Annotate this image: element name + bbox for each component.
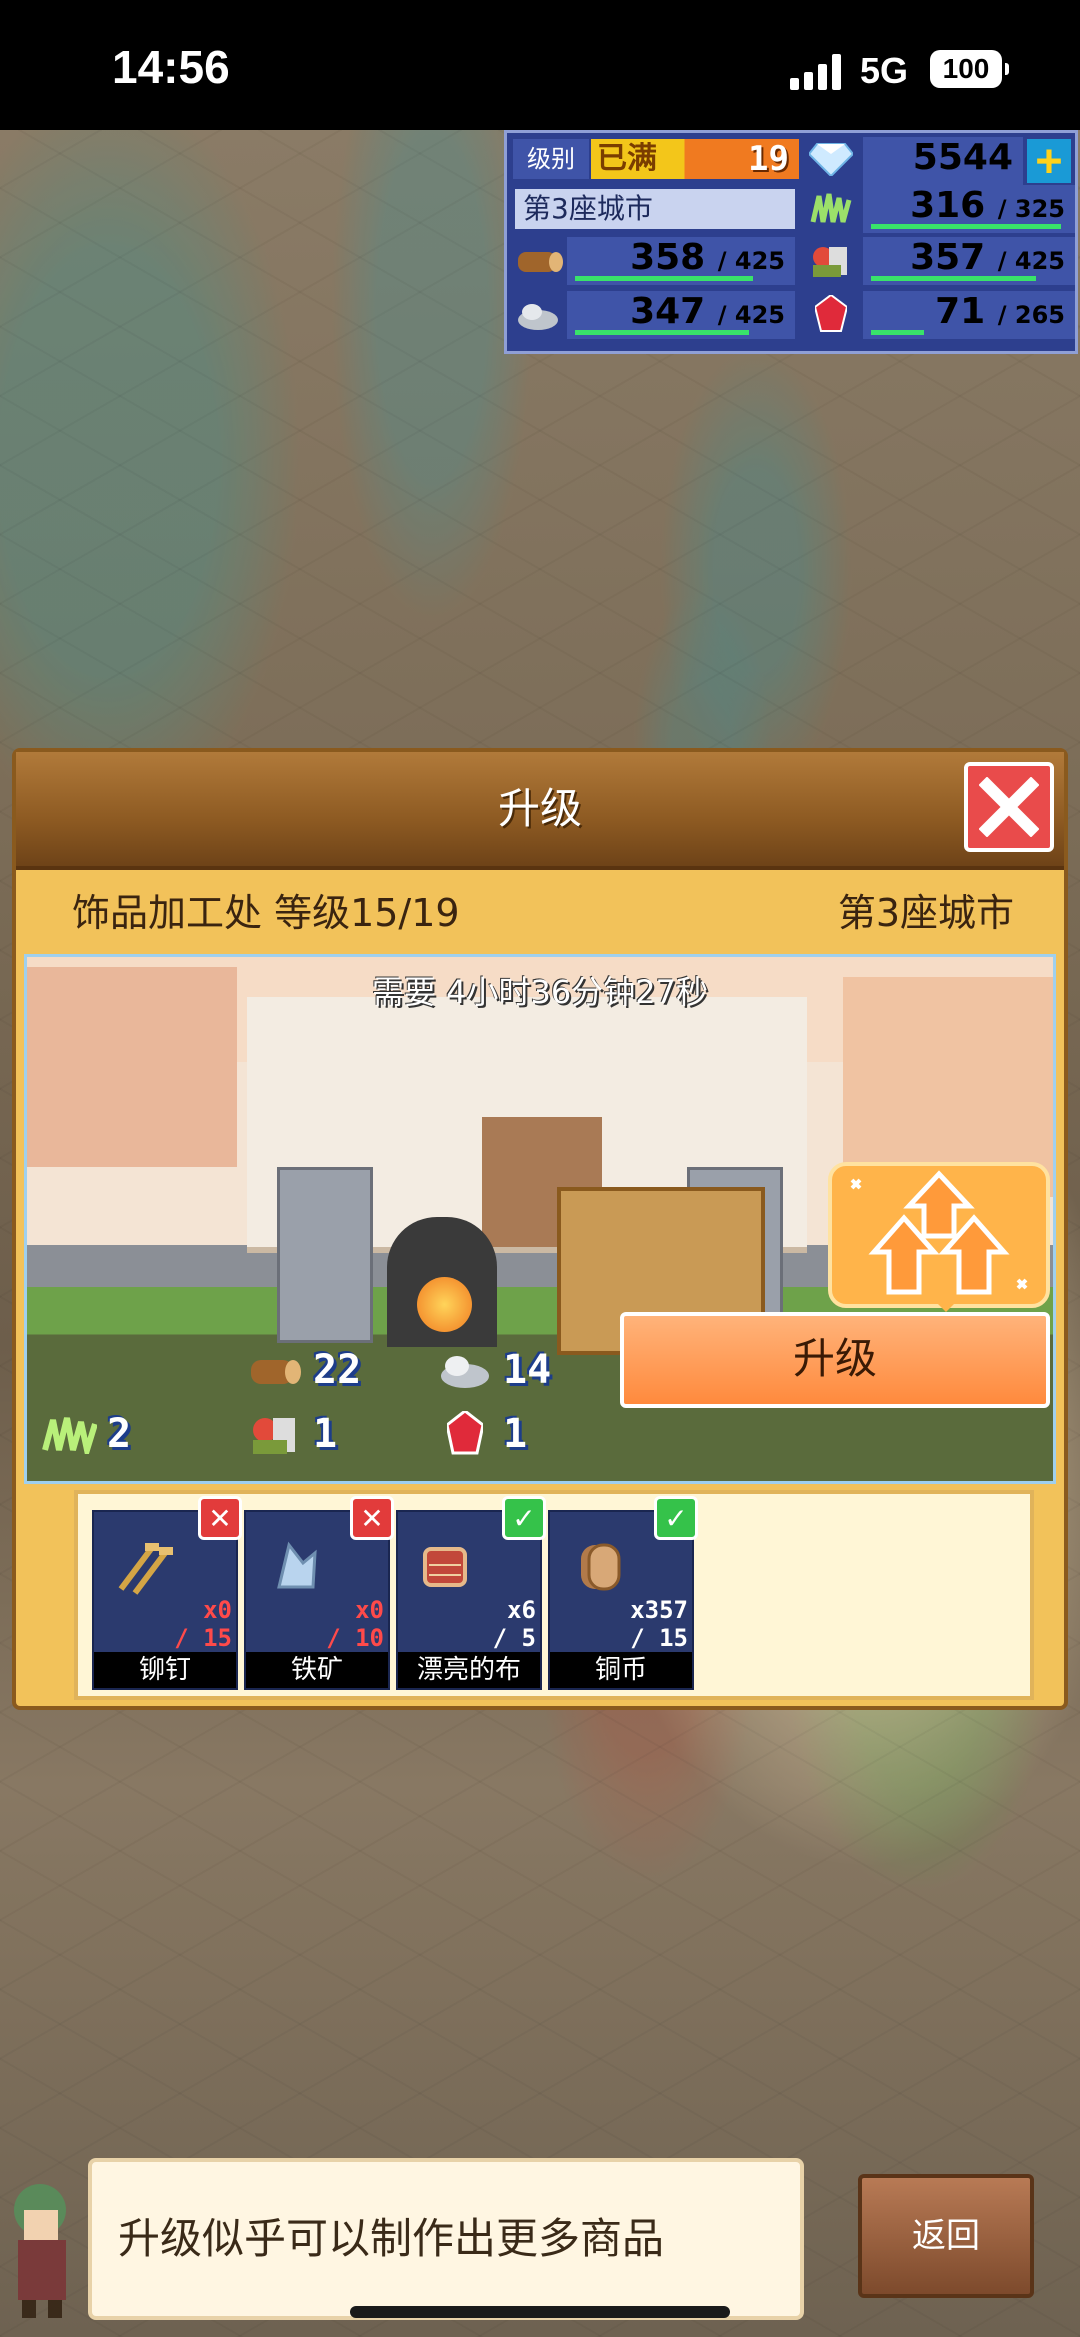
time-required: 需要 4小时36分钟27秒 [372,973,708,1011]
level-label: 级别 [513,139,589,179]
cost-ruby: 1 [435,1409,527,1459]
material-need: / 15 [630,1624,688,1652]
resource-ruby: 71 / 265 [863,291,1075,339]
material-name: 漂亮的布 [398,1652,540,1688]
level-max-label: 已满 [597,141,657,176]
close-icon [979,777,1039,837]
home-indicator[interactable] [350,2306,730,2318]
cost-wood: 22 [245,1345,361,1395]
upgrade-arrows-icon [828,1162,1050,1312]
rivet-icon [108,1532,178,1602]
material-have: x357 [630,1596,688,1624]
resource-bar [575,276,753,281]
material-need: / 5 [492,1624,536,1652]
close-button[interactable] [964,762,1054,852]
battery-icon: 100 [930,50,1009,88]
cross-icon: ✕ [350,1496,394,1540]
clock: 14:56 [112,41,230,93]
add-gems-button[interactable]: + [1027,139,1071,183]
ruby-icon [435,1409,495,1459]
copper-coin-icon [564,1532,634,1602]
grass-icon [39,1409,99,1459]
panel-city-name: 第3座城市 [837,891,1014,935]
upgrade-panel: 升级 饰品加工处 等级15/19 第3座城市 需要 4小时36分钟27秒 22 … [12,748,1068,1710]
checkmark-icon: ✓ [654,1496,698,1540]
advisor-hint: 升级似乎可以制作出更多商品 [88,2158,804,2320]
material-pretty-cloth[interactable]: x6/ 5 漂亮的布 ✓ [396,1496,546,1690]
level-box: 已满 19 [591,139,799,179]
wood-log-icon [511,241,567,281]
food-basket-icon [803,241,859,281]
cloth-icon [412,1532,482,1602]
resource-bar [575,330,749,335]
cost-grass: 2 [39,1409,131,1459]
signal-icon [790,52,844,90]
wood-log-icon [245,1345,305,1395]
food-basket-icon [245,1409,305,1459]
resource-bar [871,224,1061,229]
resource-bar [871,276,1036,281]
status-bar: 14:56 5G 100 [0,0,1080,130]
stone-icon [435,1345,495,1395]
material-iron-ore[interactable]: x0/ 10 铁矿 ✕ [244,1496,394,1690]
resource-food: 357 / 425 [863,237,1075,285]
material-need: / 10 [326,1624,384,1652]
material-have: x0 [203,1596,232,1624]
stone-icon [511,295,567,335]
ruby-icon [803,295,859,335]
material-name: 铆钉 [94,1652,236,1688]
resource-stone: 347 / 425 [567,291,795,339]
panel-title: 升级 [497,784,582,833]
cross-icon: ✕ [198,1496,242,1540]
resource-bar [871,330,924,335]
network-type: 5G [860,50,909,91]
required-materials: x0/ 15 铆钉 ✕ x0/ 10 铁矿 ✕ x6/ 5 漂亮的布 ✓ x35… [74,1490,1034,1700]
building-level: 饰品加工处 等级15/19 [72,891,460,935]
back-button[interactable]: 返回 [858,2174,1034,2298]
material-have: x6 [507,1596,536,1624]
resource-grass: 316 / 325 [863,185,1075,233]
furnace-icon [387,1217,497,1347]
gem-count: 5544 [863,137,1023,185]
upgrade-button[interactable]: 升级 [620,1312,1050,1408]
material-name: 铜币 [550,1652,692,1688]
resource-wood: 358 / 425 [567,237,795,285]
material-name: 铁矿 [246,1652,388,1688]
checkmark-icon: ✓ [502,1496,546,1540]
cost-stone: 14 [435,1345,551,1395]
material-copper-coin[interactable]: x357/ 15 铜币 ✓ [548,1496,698,1690]
material-need: / 15 [174,1624,232,1652]
material-rivet[interactable]: x0/ 15 铆钉 ✕ [92,1496,242,1690]
material-have: x0 [355,1596,384,1624]
grass-icon [803,189,859,229]
diamond-icon [803,139,859,179]
city-name: 第3座城市 [515,189,795,229]
resource-hud: 级别 已满 19 5544 + 第3座城市 316 / 325 358 / 42… [504,130,1078,354]
level-value: 19 [748,139,789,179]
iron-ore-icon [260,1532,330,1602]
cost-food: 1 [245,1409,337,1459]
advisor-avatar [0,2170,86,2320]
